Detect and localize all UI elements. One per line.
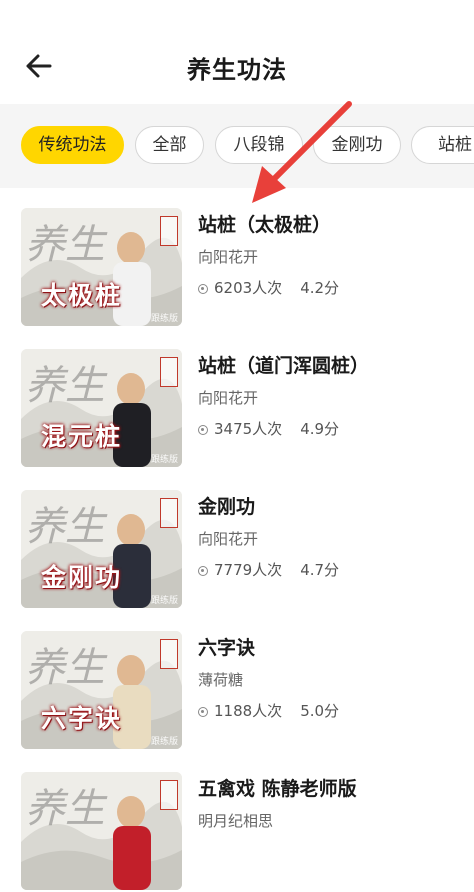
thumbnail-bg-calligraphy: 养生 <box>25 504 105 550</box>
tab-traditional[interactable]: 传统功法 <box>21 126 124 164</box>
thumbnail-title: 六字诀 <box>41 704 123 733</box>
list-item[interactable]: 养生 太极桩 跟练版 站桩（太极桩） 向阳花开 6203人次 4.2分 <box>0 188 474 328</box>
thumbnail-title: 太极桩 <box>41 281 123 310</box>
video-thumbnail: 养生太极桩跟练版 <box>21 208 182 326</box>
item-author: 向阳花开 <box>198 248 259 266</box>
video-thumbnail: 养生金刚功跟练版 <box>21 490 182 608</box>
video-thumbnail: 养生六字诀跟练版 <box>21 631 182 749</box>
rating: 5.0分 <box>300 702 340 720</box>
item-meta: 7779人次 4.7分 <box>198 559 339 580</box>
item-meta: 3475人次 4.9分 <box>198 418 339 439</box>
item-meta: 1188人次 5.0分 <box>198 700 339 721</box>
item-title: 站桩（太极桩） <box>198 214 332 236</box>
view-count: 1188人次 <box>214 702 283 720</box>
view-count-icon <box>198 284 208 294</box>
video-thumbnail: 养生 <box>21 772 182 890</box>
tab-all[interactable]: 全部 <box>135 126 204 164</box>
thumbnail-bg-calligraphy: 养生 <box>25 363 105 409</box>
view-count-icon <box>198 566 208 576</box>
thumbnail-tag: 跟练版 <box>150 737 178 747</box>
app-header: 养生功法 <box>0 0 474 104</box>
seal-stamp <box>160 357 178 387</box>
thumbnail-tag: 跟练版 <box>150 314 178 324</box>
list-item[interactable]: 养生 混元桩 跟练版 站桩（道门浑圆桩） 向阳花开 3475人次 4.9分 <box>0 329 474 469</box>
view-count: 7779人次 <box>214 561 283 579</box>
tab-jingang[interactable]: 金刚功 <box>313 126 401 164</box>
tab-zhanzhuang[interactable]: 站桩 <box>411 126 474 164</box>
view-count: 6203人次 <box>214 279 283 297</box>
seal-stamp <box>160 639 178 669</box>
thumbnail-bg-calligraphy: 养生 <box>25 222 105 268</box>
view-count-icon <box>198 425 208 435</box>
seal-stamp <box>160 216 178 246</box>
list-item[interactable]: 养生 五禽戏 陈静老师版明月纪相思 <box>0 752 474 892</box>
thumbnail-tag: 跟练版 <box>150 596 178 606</box>
list-item[interactable]: 养生 金刚功 跟练版 金刚功 向阳花开 7779人次 4.7分 <box>0 470 474 610</box>
view-count: 3475人次 <box>214 420 283 438</box>
item-title: 五禽戏 陈静老师版 <box>198 778 357 800</box>
tab-baduanjin[interactable]: 八段锦 <box>215 126 303 164</box>
seal-stamp <box>160 780 178 810</box>
thumbnail-title: 金刚功 <box>41 563 123 592</box>
thumbnail-title: 混元桩 <box>41 422 123 451</box>
thumbnail-bg-calligraphy: 养生 <box>25 645 105 691</box>
rating: 4.2分 <box>300 279 340 297</box>
item-author: 薄荷糖 <box>198 671 244 689</box>
video-thumbnail: 养生混元桩跟练版 <box>21 349 182 467</box>
view-count-icon <box>198 707 208 717</box>
seal-stamp <box>160 498 178 528</box>
item-author: 明月纪相思 <box>198 812 274 830</box>
page-title: 养生功法 <box>187 56 287 84</box>
item-author: 向阳花开 <box>198 389 259 407</box>
item-title: 金刚功 <box>198 496 256 518</box>
rating: 4.9分 <box>300 420 340 438</box>
item-title: 站桩（道门浑圆桩） <box>198 355 370 377</box>
item-meta: 6203人次 4.2分 <box>198 277 339 298</box>
category-tabs: 传统功法 全部 八段锦 金刚功 站桩 <box>0 104 474 188</box>
item-title: 六字诀 <box>198 637 256 659</box>
item-author: 向阳花开 <box>198 530 259 548</box>
rating: 4.7分 <box>300 561 340 579</box>
thumbnail-bg-calligraphy: 养生 <box>25 786 105 832</box>
list-item[interactable]: 养生 六字诀 跟练版 六字诀 薄荷糖 1188人次 5.0分 <box>0 611 474 751</box>
thumbnail-tag: 跟练版 <box>150 455 178 465</box>
